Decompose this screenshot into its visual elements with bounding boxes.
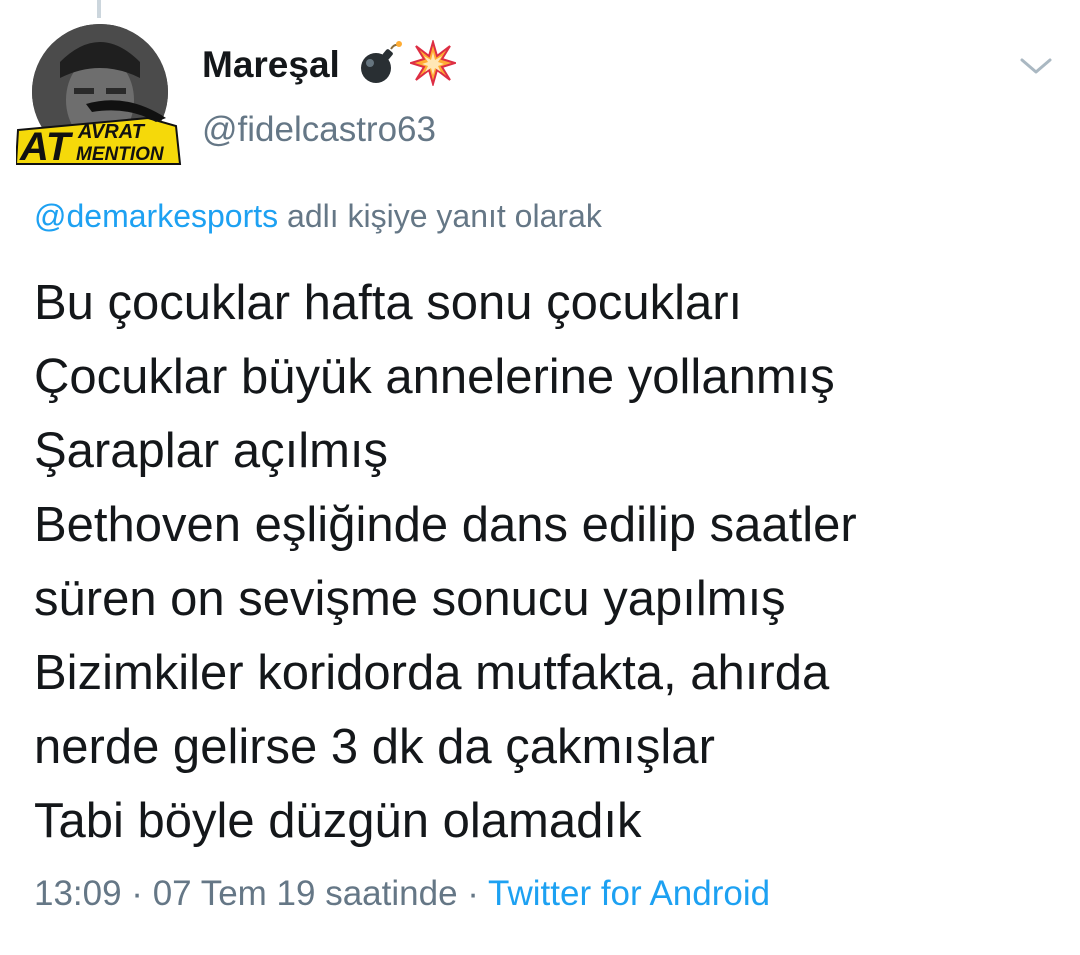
chevron-down-icon: [1020, 58, 1052, 74]
bomb-icon: [358, 40, 404, 91]
reply-context-suffix: adlı kişiye yanıt olarak: [278, 198, 602, 234]
collision-icon: [407, 37, 459, 91]
tweet-menu-button[interactable]: [1016, 52, 1056, 80]
svg-text:MENTION: MENTION: [76, 144, 165, 165]
svg-text:AT: AT: [19, 125, 74, 169]
name-emoji-group: [358, 37, 459, 91]
reply-context: @demarkesports adlı kişiye yanıt olarak: [34, 198, 602, 235]
tweet-text-line: Bizimkiler koridorda mutfakta, ahırda: [34, 646, 830, 700]
reply-mention-link[interactable]: @demarkesports: [34, 198, 278, 234]
thread-connector-line: [97, 0, 101, 18]
user-display-name[interactable]: Mareşal: [202, 44, 340, 86]
tweet-text-line: Tabi böyle düzgün olamadık: [34, 794, 642, 848]
tweet-text: Bu çocuklar hafta sonu çocukları Çocukla…: [34, 266, 1064, 858]
tweet-meta: 13:09 · 07 Tem 19 saatinde · Twitter for…: [34, 874, 770, 914]
avatar[interactable]: AT AVRAT MENTION: [16, 22, 184, 172]
tweet-text-line: Çocuklar büyük annelerine yollanmış: [34, 350, 835, 404]
tweet-text-line: süren on sevişme sonucu yapılmış: [34, 572, 786, 626]
user-handle[interactable]: @fidelcastro63: [202, 110, 436, 150]
tweet-text-line: nerde gelirse 3 dk da çakmışlar: [34, 720, 715, 774]
tweet-text-line: Bethoven eşliğinde dans edilip saatler: [34, 498, 857, 552]
tweet-source-link[interactable]: Twitter for Android: [488, 874, 770, 913]
meta-separator: ·: [457, 874, 489, 913]
tweet-text-line: Bu çocuklar hafta sonu çocukları: [34, 276, 743, 330]
tweet-text-line: Şaraplar açılmış: [34, 424, 389, 478]
svg-text:AVRAT: AVRAT: [77, 121, 146, 143]
tweet-timestamp[interactable]: 13:09 · 07 Tem 19 saatinde: [34, 874, 458, 913]
